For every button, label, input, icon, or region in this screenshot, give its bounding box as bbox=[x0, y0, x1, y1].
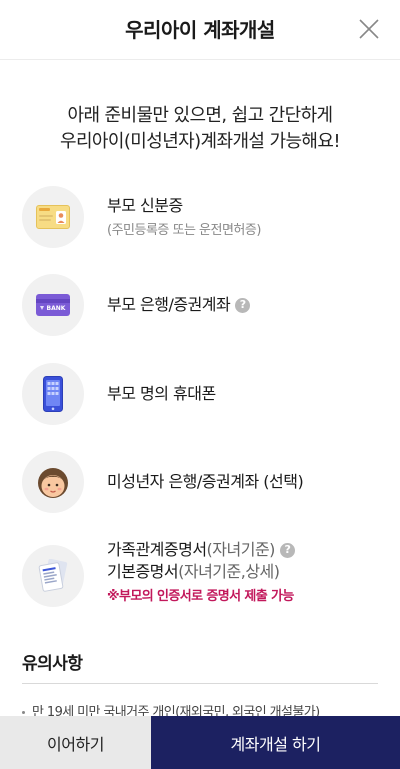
family-certificate-note: (자녀기준) bbox=[206, 540, 276, 559]
requirement-label-basic: 기본증명서 (자녀기준,상세) bbox=[107, 561, 295, 583]
intro-line-1: 아래 준비물만 있으면, 쉽고 간단하게 bbox=[67, 105, 333, 126]
id-card-icon bbox=[36, 205, 70, 229]
bullet-icon bbox=[22, 711, 25, 714]
caution-item-text: 만 19세 미만 국내거주 개인(재외국민, 외국인 개설불가) bbox=[32, 705, 320, 716]
intro-line-2: 우리아이(미성년자)계좌개설 가능해요! bbox=[60, 131, 341, 152]
child-face-icon bbox=[38, 468, 68, 498]
requirement-text: 부모 신분증 (주민등록증 또는 운전면허증) bbox=[107, 195, 261, 241]
certificate-notice: ※부모의 인증서로 증명서 제출 가능 bbox=[107, 589, 294, 604]
basic-certificate-note: (자녀기준,상세) bbox=[178, 562, 280, 581]
close-button[interactable] bbox=[356, 16, 382, 42]
open-account-button[interactable]: 계좌개설 하기 bbox=[151, 716, 400, 769]
bottom-action-bar: 이어하기 계좌개설 하기 bbox=[0, 716, 400, 769]
child-face-icon-circle bbox=[22, 451, 84, 513]
close-icon bbox=[359, 19, 379, 39]
requirement-sub: (주민등록증 또는 운전면허증) bbox=[107, 223, 261, 238]
requirement-text: 부모 명의 휴대폰 bbox=[107, 383, 216, 405]
requirement-text: 가족관계증명서 (자녀기준) ? 기본증명서 (자녀기준,상세) ※부모의 인증… bbox=[107, 539, 295, 607]
requirement-label-family: 가족관계증명서 (자녀기준) ? bbox=[107, 539, 295, 561]
document-icon bbox=[38, 559, 68, 592]
page-title: 우리아이 계좌개설 bbox=[125, 18, 275, 42]
mobile-phone-icon-circle bbox=[22, 363, 84, 425]
help-icon[interactable]: ? bbox=[279, 542, 295, 558]
continue-button[interactable]: 이어하기 bbox=[0, 716, 151, 769]
bank-card-icon-circle: BANK bbox=[22, 274, 84, 336]
requirement-label: 부모 명의 휴대폰 bbox=[107, 384, 216, 403]
requirement-label: 부모 은행/증권계좌 ? bbox=[107, 294, 251, 316]
app-header: 우리아이 계좌개설 bbox=[0, 0, 400, 60]
requirement-text: 부모 은행/증권계좌 ? bbox=[107, 294, 251, 316]
mobile-phone-icon bbox=[43, 376, 63, 412]
requirement-label: 미성년자 은행/증권계좌 (선택) bbox=[107, 472, 304, 491]
bank-card-icon: BANK bbox=[36, 294, 70, 316]
requirement-label-text: 부모 은행/증권계좌 bbox=[107, 295, 231, 314]
requirement-text: 미성년자 은행/증권계좌 (선택) bbox=[107, 471, 304, 493]
family-certificate-label: 가족관계증명서 bbox=[107, 540, 207, 559]
help-icon[interactable]: ? bbox=[235, 297, 251, 313]
basic-certificate-label: 기본증명서 bbox=[107, 562, 179, 581]
requirement-label: 부모 신분증 bbox=[107, 196, 183, 215]
id-card-icon-circle bbox=[22, 186, 84, 248]
content-area[interactable]: 아래 준비물만 있으면, 쉽고 간단하게 우리아이(미성년자)계좌개설 가능해요… bbox=[0, 61, 400, 716]
svg-text:BANK: BANK bbox=[47, 305, 66, 312]
caution-item: 만 19세 미만 국내거주 개인(재외국민, 외국인 개설불가) bbox=[22, 701, 320, 716]
caution-title: 유의사항 bbox=[22, 654, 83, 674]
document-icon-circle bbox=[22, 545, 84, 607]
divider bbox=[22, 683, 378, 684]
intro-text: 아래 준비물만 있으면, 쉽고 간단하게 우리아이(미성년자)계좌개설 가능해요… bbox=[0, 103, 400, 155]
